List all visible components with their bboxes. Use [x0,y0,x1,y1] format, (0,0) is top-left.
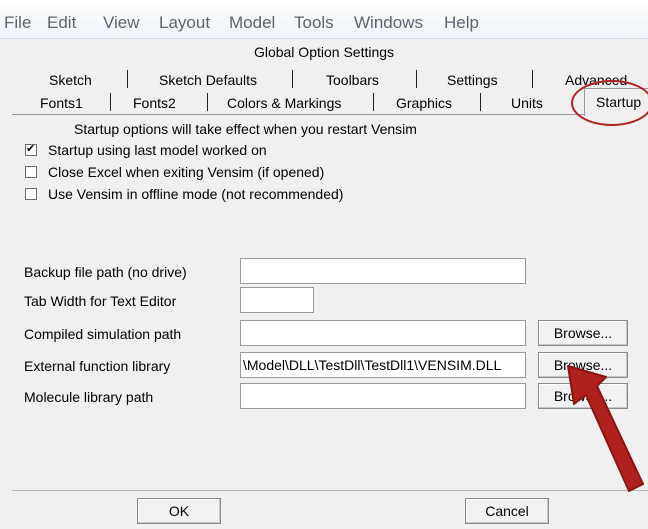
offline-mode-option[interactable]: Use Vensim in offline mode (not recommen… [25,186,343,202]
menu-view[interactable]: View [103,13,140,33]
menu-bar: File Edit View Layout Model Tools Window… [0,0,648,39]
offline-mode-checkbox[interactable] [25,188,37,200]
offline-mode-label: Use Vensim in offline mode (not recommen… [48,186,344,202]
tab-sketch[interactable]: Sketch [49,72,92,88]
tab-width-input[interactable] [240,287,314,313]
tab-strip-divider [12,114,648,115]
menu-windows[interactable]: Windows [354,13,423,33]
menu-model[interactable]: Model [229,13,275,33]
tab-separator [207,93,208,111]
tab-separator [480,93,481,111]
startup-last-model-label: Startup using last model worked on [48,142,267,158]
tab-colors-markings[interactable]: Colors & Markings [227,95,341,111]
tab-separator [532,70,533,88]
tab-separator [373,93,374,111]
annotation-arrow-icon [567,365,644,492]
tab-fonts1[interactable]: Fonts1 [40,95,83,111]
close-excel-label: Close Excel when exiting Vensim (if open… [48,164,325,180]
molecule-library-label: Molecule library path [24,389,154,405]
cancel-button[interactable]: Cancel [465,498,549,524]
menu-tools[interactable]: Tools [294,13,334,33]
molecule-library-input[interactable] [240,383,526,409]
tab-settings[interactable]: Settings [447,72,498,88]
dialog-title: Global Option Settings [253,44,395,60]
tab-separator [110,93,111,111]
menu-help[interactable]: Help [444,13,479,33]
tab-separator [127,70,128,88]
ok-button[interactable]: OK [137,498,221,524]
menu-file[interactable]: File [4,13,31,33]
startup-last-model-checkbox[interactable] [25,142,37,156]
tab-width-label: Tab Width for Text Editor [24,293,177,309]
backup-path-input[interactable] [240,258,526,284]
close-excel-checkbox[interactable] [25,166,37,178]
compiled-sim-browse-button[interactable]: Browse... [538,320,628,346]
tab-toolbars[interactable]: Toolbars [326,72,379,88]
startup-last-model-option[interactable]: Startup using last model worked on [25,142,267,158]
tab-separator [416,70,417,88]
highlight-circle [571,80,648,126]
compiled-sim-path-input[interactable] [240,320,526,346]
menu-edit[interactable]: Edit [47,13,76,33]
external-library-input[interactable]: \Model\DLL\TestDll\TestDll1\VENSIM.DLL [240,352,526,378]
startup-note: Startup options will take effect when yo… [74,121,417,137]
external-library-label: External function library [24,358,171,374]
backup-path-label: Backup file path (no drive) [24,264,187,280]
tab-units[interactable]: Units [511,95,543,111]
menu-layout[interactable]: Layout [159,13,210,33]
compiled-sim-path-label: Compiled simulation path [24,326,182,342]
tab-graphics[interactable]: Graphics [396,95,452,111]
button-bar-divider [12,490,648,491]
tab-fonts2[interactable]: Fonts2 [133,95,176,111]
tab-separator [292,70,293,88]
tab-sketch-defaults[interactable]: Sketch Defaults [159,72,257,88]
close-excel-option[interactable]: Close Excel when exiting Vensim (if open… [25,164,324,180]
